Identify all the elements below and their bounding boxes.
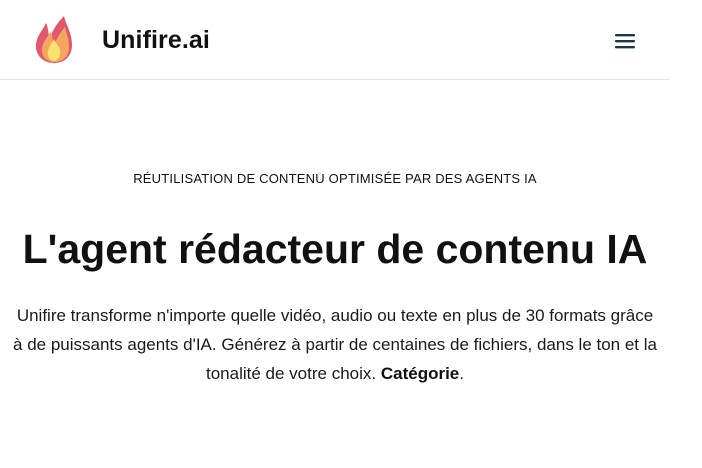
site-header: Unifire.ai (0, 0, 670, 80)
flame-logo-icon (35, 16, 72, 63)
brand-name: Unifire.ai (102, 25, 210, 54)
hero-description-end: . (459, 364, 464, 383)
hamburger-menu-icon (615, 34, 635, 49)
brand-home-link[interactable]: Unifire.ai (34, 15, 210, 65)
hero-eyebrow: RÉUTILISATION DE CONTENU OPTIMISÉE PAR D… (133, 171, 537, 186)
hero-headline: L'agent rédacteur de contenu IA (22, 226, 648, 272)
category-highlight: Catégorie (380, 364, 460, 383)
hero-description: Unifire transforme n'importe quelle vidé… (10, 301, 660, 388)
hero-description-text: Unifire transforme n'importe quelle vidé… (13, 306, 657, 383)
menu-button[interactable] (608, 26, 642, 56)
page: Unifire.ai RÉUTILISATION DE CONTENU OPTI… (0, 0, 702, 468)
hero-section: RÉUTILISATION DE CONTENU OPTIMISÉE PAR D… (0, 80, 670, 388)
